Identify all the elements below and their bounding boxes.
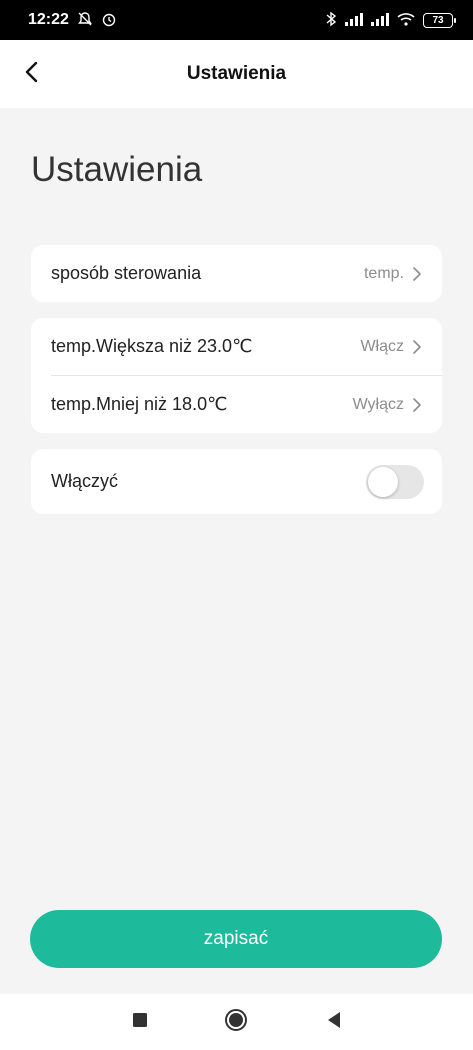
control-mode-value-wrap: temp.	[364, 265, 424, 283]
home-icon	[224, 1008, 248, 1037]
rule-upper-value-wrap: Włącz	[360, 338, 424, 356]
signal-icon	[371, 12, 389, 28]
recent-apps-icon	[132, 1012, 148, 1033]
nav-back-button[interactable]	[318, 1006, 350, 1038]
home-button[interactable]	[220, 1006, 252, 1038]
enable-card: Włączyć	[31, 449, 442, 514]
page-title: Ustawienia	[31, 150, 203, 189]
rule-upper-label: temp.Większa niż 23.0℃	[51, 336, 253, 356]
alarm-icon	[101, 11, 117, 29]
battery-level: 73	[432, 14, 444, 26]
rule-lower-value-wrap: Wyłącz	[353, 396, 424, 414]
rules-card: temp.Większa niż 23.0℃ Włącz temp.Mniej …	[31, 318, 442, 433]
enable-toggle[interactable]	[366, 464, 424, 499]
control-mode-row[interactable]: sposób sterowania temp.	[31, 245, 442, 302]
header-title: Ustawienia	[186, 63, 287, 84]
control-mode-value: temp.	[363, 264, 404, 282]
status-time: 12:22	[28, 11, 69, 28]
rule-row-upper[interactable]: temp.Większa niż 23.0℃ Włącz	[31, 318, 442, 375]
rule-lower-label: temp.Mniej niż 18.0℃	[51, 394, 228, 414]
rule-lower-value: Wyłącz	[352, 395, 404, 413]
enable-row: Włączyć	[31, 449, 442, 514]
toggle-knob	[368, 466, 398, 497]
status-left: 12:22	[28, 11, 117, 29]
recent-apps-button[interactable]	[124, 1006, 156, 1038]
back-arrow-icon	[23, 61, 41, 88]
chevron-right-icon	[410, 339, 424, 354]
signal-icon	[345, 12, 363, 28]
wifi-icon	[397, 12, 415, 28]
back-icon	[326, 1011, 342, 1034]
bluetooth-icon	[325, 11, 337, 29]
enable-label: Włączyć	[51, 471, 118, 491]
rule-upper-value: Włącz	[360, 337, 404, 355]
status-right: 73	[325, 11, 456, 29]
chevron-right-icon	[410, 397, 424, 412]
save-button[interactable]: zapisać	[30, 910, 442, 968]
app-header: Ustawienia	[0, 40, 473, 108]
notifications-off-icon	[77, 11, 93, 29]
control-mode-label: sposób sterowania	[51, 263, 202, 283]
rule-row-lower[interactable]: temp.Mniej niż 18.0℃ Wyłącz	[31, 376, 442, 433]
nav-bar	[0, 994, 473, 1050]
back-button[interactable]	[12, 54, 52, 94]
status-bar: 12:22 73	[0, 0, 473, 40]
control-mode-card: sposób sterowania temp.	[31, 245, 442, 302]
chevron-right-icon	[410, 266, 424, 281]
battery-icon: 73	[423, 12, 456, 28]
